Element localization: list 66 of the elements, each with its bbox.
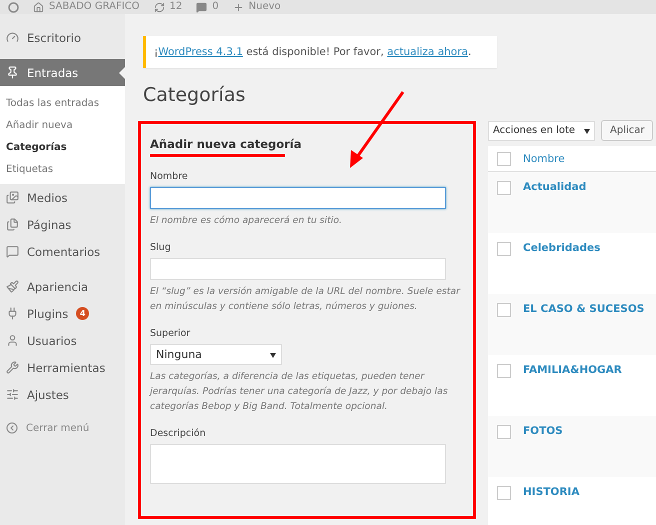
category-link[interactable]: EL CASO & SUCESOS xyxy=(523,303,644,315)
menu-item[interactable]: Entradas xyxy=(0,59,125,86)
menu-item[interactable]: Usuarios xyxy=(0,327,125,354)
notice-text: ¡WordPress 4.3.1 está disponible! Por favor, actualiza ahora. xyxy=(154,46,472,58)
submenu-item[interactable]: Añadir nueva xyxy=(0,114,125,136)
text-area[interactable] xyxy=(150,444,446,484)
wrench-icon xyxy=(6,361,19,374)
field-label: Slug xyxy=(150,242,172,253)
help-text: Las categorías, a diferencia de las etiquetas, pueden tener jerarquías. Podrías tener una categoría de Jazz, y por debajo las categorías Bebop y Big Band. Totalmente opcional. xyxy=(150,370,449,414)
checkbox[interactable] xyxy=(497,425,511,439)
submenu-item[interactable]: Categorías xyxy=(0,136,125,158)
site-name[interactable]: SABADO GRAFICO xyxy=(49,2,140,12)
notice-link[interactable]: actualiza ahora xyxy=(387,46,468,58)
category-link[interactable]: Celebridades xyxy=(523,242,600,254)
menu-item[interactable]: Plugins 4 xyxy=(0,300,125,327)
user-icon xyxy=(6,334,19,347)
menu-item[interactable]: Escritorio xyxy=(0,24,125,51)
dropdown[interactable]: Ninguna xyxy=(150,344,282,365)
paintbrush-icon xyxy=(6,280,19,293)
menu-item[interactable]: Ajustes xyxy=(0,381,125,408)
notice-link[interactable]: WordPress 4.3.1 xyxy=(158,46,243,58)
field-label: Descripción xyxy=(150,428,207,439)
speech-bubble-icon[interactable] xyxy=(196,2,208,12)
pages-icon xyxy=(6,218,19,231)
menu-item[interactable]: Herramientas xyxy=(0,354,125,381)
submenu-item[interactable]: Etiquetas xyxy=(0,158,125,180)
speech-bubble-icon xyxy=(6,245,19,258)
checkbox[interactable] xyxy=(497,152,511,166)
help-text: El “slug” es la versión amigable de la URL del nombre. Suele estar en minúsculas y contiene sólo letras, números y guiones. xyxy=(150,285,462,314)
column-header[interactable]: Nombre xyxy=(523,152,565,164)
collapse-icon xyxy=(6,422,18,434)
category-link[interactable]: FAMILIA&HOGAR xyxy=(523,364,622,376)
menu-item[interactable]: Apariencia xyxy=(0,273,125,300)
checkbox[interactable] xyxy=(497,181,511,195)
help-text: El nombre es cómo aparecerá en tu sitio. xyxy=(150,214,343,228)
collapse-menu[interactable]: Cerrar menú xyxy=(0,416,125,440)
home-icon[interactable] xyxy=(33,2,44,12)
comments-count[interactable]: 0 xyxy=(212,2,219,12)
category-link[interactable]: HISTORIA xyxy=(523,486,580,498)
plus-icon[interactable] xyxy=(232,2,244,12)
menu-item[interactable]: Comentarios xyxy=(0,238,125,265)
page-title: Categorías xyxy=(143,84,246,106)
images-icon xyxy=(6,191,19,204)
pin-icon xyxy=(6,66,19,79)
plug-icon xyxy=(6,307,19,320)
count-badge: 4 xyxy=(76,307,90,320)
form-heading: Añadir nueva categoría xyxy=(150,137,303,151)
field-label: Nombre xyxy=(150,171,189,182)
checkbox[interactable] xyxy=(497,364,511,378)
apply-button[interactable]: Aplicar xyxy=(601,120,654,141)
gauge-icon xyxy=(6,31,19,44)
menu-item[interactable]: Páginas xyxy=(0,211,125,238)
refresh-icon[interactable] xyxy=(154,2,165,12)
menu-item[interactable]: Medios xyxy=(0,184,125,211)
bulk-actions-dropdown[interactable]: Acciones en lote xyxy=(488,120,595,140)
sliders-icon xyxy=(6,388,19,401)
field-label: Superior xyxy=(150,328,192,339)
updates-count[interactable]: 12 xyxy=(170,2,182,12)
new-link[interactable]: Nuevo xyxy=(248,2,281,12)
checkbox[interactable] xyxy=(497,486,511,500)
checkbox[interactable] xyxy=(497,242,511,256)
category-link[interactable]: FOTOS xyxy=(523,425,563,437)
submenu-item[interactable]: Todas las entradas xyxy=(0,92,125,114)
checkbox[interactable] xyxy=(497,303,511,317)
text-field[interactable] xyxy=(150,187,446,209)
category-link[interactable]: Actualidad xyxy=(523,181,586,193)
